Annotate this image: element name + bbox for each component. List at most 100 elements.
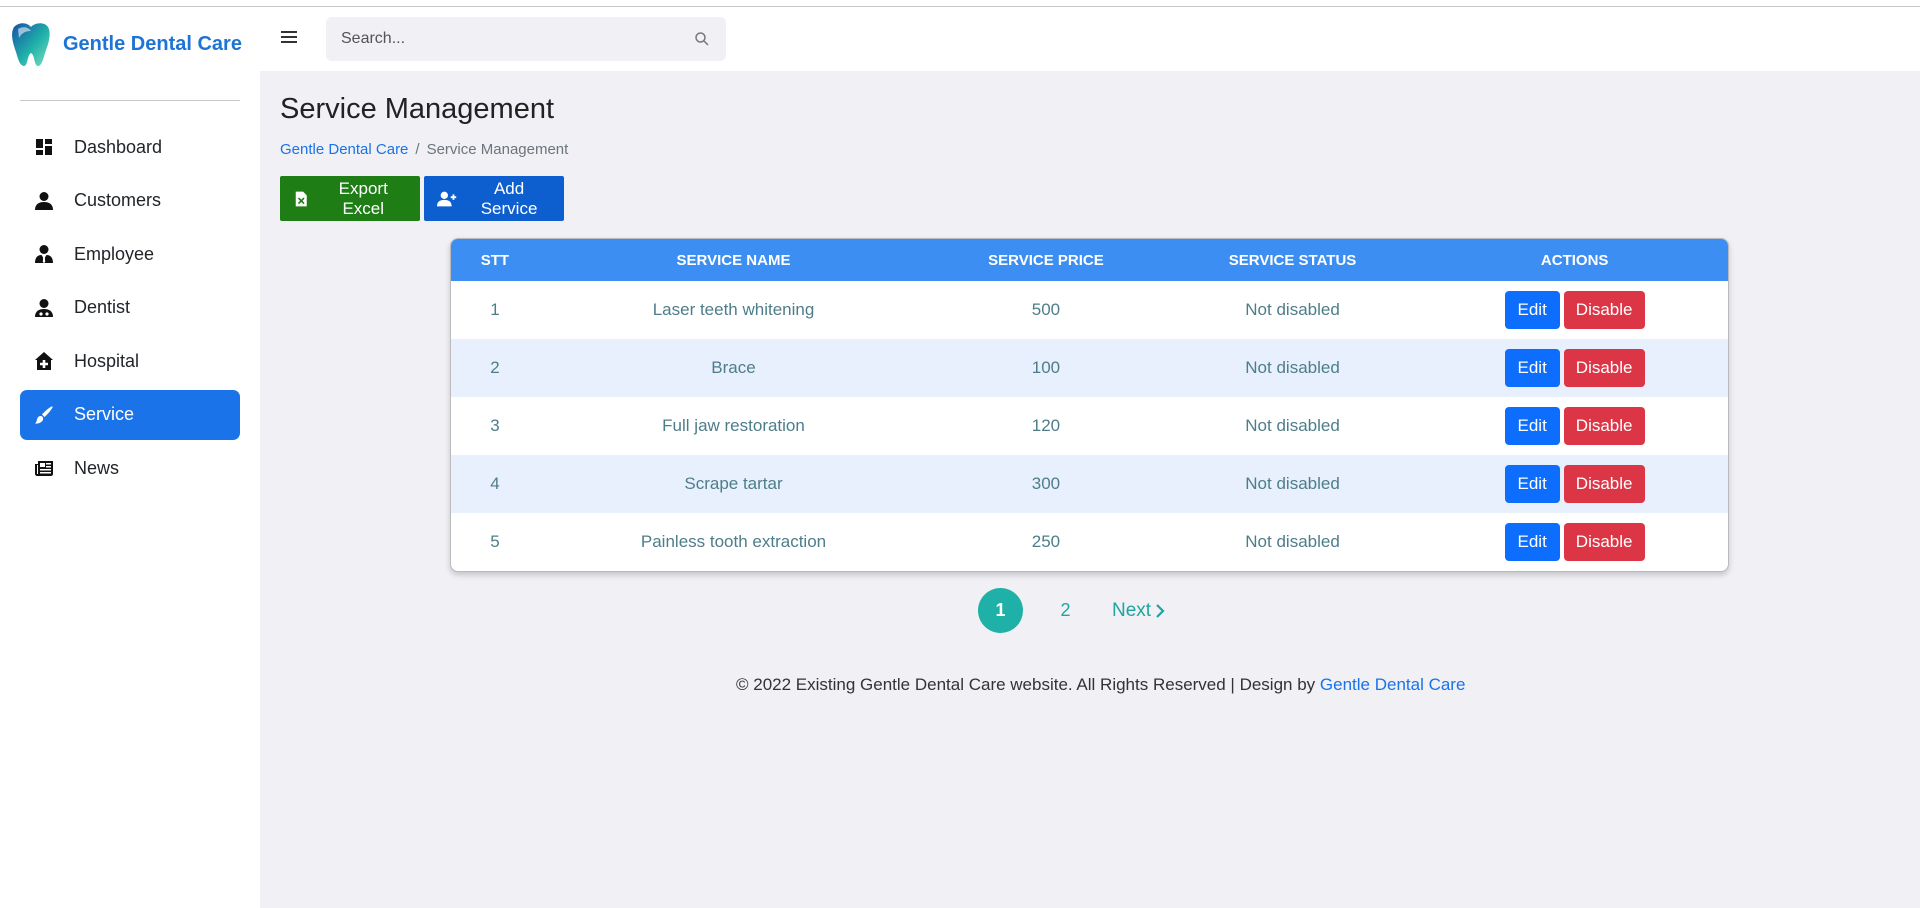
sidebar-item-employee[interactable]: Employee <box>20 229 240 279</box>
brand-name: Gentle Dental Care <box>63 32 242 55</box>
page-1-button[interactable]: 1 <box>978 588 1023 633</box>
edit-button[interactable]: Edit <box>1504 523 1560 561</box>
breadcrumb-current: Service Management <box>426 141 569 158</box>
table-row: 2 Brace 100 Not disabled Edit Disable <box>451 339 1728 397</box>
search-box <box>326 17 726 61</box>
footer-text: © 2022 Existing Gentle Dental Care websi… <box>736 675 1320 694</box>
sidebar-item-label: Employee <box>74 243 155 264</box>
cell-service-status: Not disabled <box>1245 474 1340 493</box>
sidebar-item-label: Hospital <box>74 350 140 371</box>
user-plus-icon <box>437 191 457 206</box>
brush-icon <box>34 405 54 425</box>
page-2-button[interactable]: 2 <box>1043 588 1088 633</box>
cell-stt: 1 <box>490 300 500 319</box>
cell-service-name: Brace <box>711 358 756 377</box>
cell-service-name: Painless tooth extraction <box>640 532 827 551</box>
top-header <box>260 7 1920 71</box>
sidebar-item-label: News <box>74 457 120 478</box>
file-excel-icon <box>295 191 307 206</box>
disable-button[interactable]: Disable <box>1563 407 1645 445</box>
cell-service-price: 500 <box>1031 300 1061 319</box>
cell-service-name: Full jaw restoration <box>662 416 805 435</box>
column-header-service-name: SERVICE NAME <box>676 251 791 269</box>
sidebar-item-service[interactable]: Service <box>20 389 240 440</box>
disable-button[interactable]: Disable <box>1563 349 1645 387</box>
export-excel-button[interactable]: Export Excel <box>280 176 420 221</box>
add-service-button[interactable]: Add Service <box>424 176 564 221</box>
search-input[interactable] <box>326 17 666 61</box>
cell-actions: Edit Disable <box>1421 397 1728 455</box>
cell-actions: Edit Disable <box>1421 339 1728 397</box>
sidebar-item-customers[interactable]: Customers <box>20 176 240 226</box>
sidebar-item-label: Service <box>74 404 135 424</box>
cell-actions: Edit Disable <box>1421 281 1728 339</box>
search-icon[interactable] <box>694 31 710 47</box>
sidebar-item-label: Dentist <box>74 297 131 317</box>
table-row: 5 Painless tooth extraction 250 Not disa… <box>451 513 1728 571</box>
cell-actions: Edit Disable <box>1421 455 1728 513</box>
cell-service-price: 300 <box>1031 474 1061 493</box>
sidebar-item-dashboard[interactable]: Dashboard <box>20 122 240 172</box>
cell-stt: 4 <box>490 474 500 493</box>
sidebar-item-label: Dashboard <box>74 136 163 157</box>
chevron-right-icon <box>1156 603 1165 618</box>
sidebar-item-hospital[interactable]: Hospital <box>20 336 240 386</box>
disable-button[interactable]: Disable <box>1563 465 1645 503</box>
breadcrumb-separator: / <box>415 141 420 158</box>
cell-service-name: Laser teeth whitening <box>652 300 815 319</box>
main-content: Service Management Gentle Dental Care / … <box>260 71 1920 908</box>
menu-toggle-icon[interactable] <box>281 31 297 45</box>
disable-button[interactable]: Disable <box>1563 523 1645 561</box>
edit-button[interactable]: Edit <box>1504 407 1560 445</box>
user-doctor-icon <box>34 298 54 318</box>
next-page-label: Next <box>1112 599 1152 621</box>
table-header-row: STT SERVICE NAME SERVICE PRICE SERVICE S… <box>451 239 1728 281</box>
table-row: 4 Scrape tartar 300 Not disabled Edit Di… <box>451 455 1728 513</box>
sidebar: Gentle Dental Care Dashboard Customers E… <box>0 7 260 908</box>
services-table: STT SERVICE NAME SERVICE PRICE SERVICE S… <box>451 239 1728 571</box>
newspaper-icon <box>34 458 54 478</box>
column-header-service-status: SERVICE STATUS <box>1228 251 1357 269</box>
add-service-label: Add Service <box>480 178 538 218</box>
export-excel-label: Export Excel <box>338 178 388 218</box>
table-row: 3 Full jaw restoration 120 Not disabled … <box>451 397 1728 455</box>
cell-stt: 5 <box>490 532 500 551</box>
column-header-service-price: SERVICE PRICE <box>988 251 1104 269</box>
tooth-logo-icon <box>12 23 50 66</box>
brand-logo[interactable]: Gentle Dental Care <box>10 19 242 69</box>
next-page-button[interactable]: Next <box>1112 600 1165 622</box>
sidebar-divider <box>20 100 240 101</box>
user-icon <box>34 191 54 211</box>
cell-stt: 2 <box>490 358 500 377</box>
hospital-icon <box>34 351 54 371</box>
edit-button[interactable]: Edit <box>1504 465 1560 503</box>
disable-button[interactable]: Disable <box>1563 291 1645 329</box>
sidebar-item-dentist[interactable]: Dentist <box>20 283 240 333</box>
edit-button[interactable]: Edit <box>1504 349 1560 387</box>
cell-stt: 3 <box>490 416 500 435</box>
top-border <box>0 0 1920 7</box>
column-header-stt: STT <box>480 251 510 269</box>
sidebar-item-news[interactable]: News <box>20 443 240 493</box>
cell-service-status: Not disabled <box>1245 532 1340 551</box>
cell-service-name: Scrape tartar <box>684 474 783 493</box>
cell-service-status: Not disabled <box>1245 358 1340 377</box>
pagination: 1 2 Next <box>978 588 1165 633</box>
sidebar-nav: Dashboard Customers Employee Dentist Hos… <box>20 122 240 497</box>
breadcrumb: Gentle Dental Care / Service Management <box>280 141 568 158</box>
footer-designer-link[interactable]: Gentle Dental Care <box>1320 675 1466 694</box>
cell-service-status: Not disabled <box>1245 300 1340 319</box>
cell-service-price: 250 <box>1031 532 1061 551</box>
cell-service-price: 120 <box>1031 416 1061 435</box>
user-tie-icon <box>34 244 54 264</box>
edit-button[interactable]: Edit <box>1504 291 1560 329</box>
dashboard-icon <box>34 137 54 157</box>
cell-service-status: Not disabled <box>1245 416 1340 435</box>
cell-actions: Edit Disable <box>1421 513 1728 571</box>
breadcrumb-home-link[interactable]: Gentle Dental Care <box>280 141 408 158</box>
column-header-actions: ACTIONS <box>1540 251 1609 269</box>
sidebar-item-label: Customers <box>74 190 162 210</box>
table-row: 1 Laser teeth whitening 500 Not disabled… <box>451 281 1728 339</box>
cell-service-price: 100 <box>1031 358 1061 377</box>
page-title: Service Management <box>280 93 555 125</box>
